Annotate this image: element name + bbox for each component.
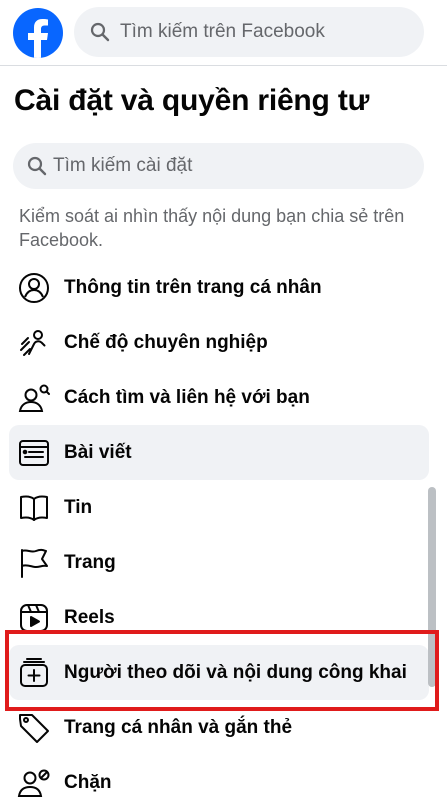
tag-icon: [19, 714, 49, 743]
find-contact-icon: [18, 384, 50, 412]
menu-item-stories[interactable]: Tin: [9, 480, 429, 535]
menu-item-professional-mode[interactable]: Chế độ chuyên nghiệp: [9, 315, 429, 370]
menu-item-blocking[interactable]: Chặn: [9, 755, 429, 803]
menu-item-find-contact[interactable]: Cách tìm và liên hệ với bạn: [9, 370, 429, 425]
menu-item-profile-info[interactable]: Thông tin trên trang cá nhân: [9, 260, 429, 315]
menu-item-label: Thông tin trên trang cá nhân: [64, 277, 322, 298]
stories-icon: [20, 495, 48, 521]
facebook-search-input[interactable]: Tìm kiếm trên Facebook: [74, 7, 424, 57]
profile-circle-icon: [19, 273, 49, 303]
settings-search-placeholder: Tìm kiếm cài đặt: [53, 155, 193, 176]
professional-mode-icon: [20, 330, 46, 356]
menu-item-label: Chế độ chuyên nghiệp: [64, 332, 268, 353]
menu-item-label: Chặn: [64, 772, 112, 793]
menu-item-label: Trang: [64, 552, 116, 573]
menu-item-posts[interactable]: Bài viết: [9, 425, 429, 480]
settings-search-input[interactable]: Tìm kiếm cài đặt: [13, 143, 424, 189]
posts-icon: [19, 440, 49, 466]
search-icon: [90, 22, 110, 42]
search-placeholder: Tìm kiếm trên Facebook: [120, 21, 325, 42]
section-description: Kiểm soát ai nhìn thấy nội dung bạn chia…: [19, 206, 405, 250]
menu-item-label: Tin: [64, 497, 93, 518]
menu-item-pages[interactable]: Trang: [9, 535, 429, 590]
menu-item-label: Cách tìm và liên hệ với bạn: [64, 387, 310, 408]
page-title: Cài đặt và quyền riêng tư: [14, 84, 370, 117]
top-bar: Tìm kiếm trên Facebook: [0, 0, 447, 66]
block-user-icon: [17, 769, 50, 797]
highlight-box: [5, 630, 439, 711]
menu-item-label: Bài viết: [64, 442, 132, 463]
search-icon: [27, 156, 47, 176]
pages-flag-icon: [21, 548, 48, 578]
facebook-f-icon[interactable]: [13, 8, 63, 58]
